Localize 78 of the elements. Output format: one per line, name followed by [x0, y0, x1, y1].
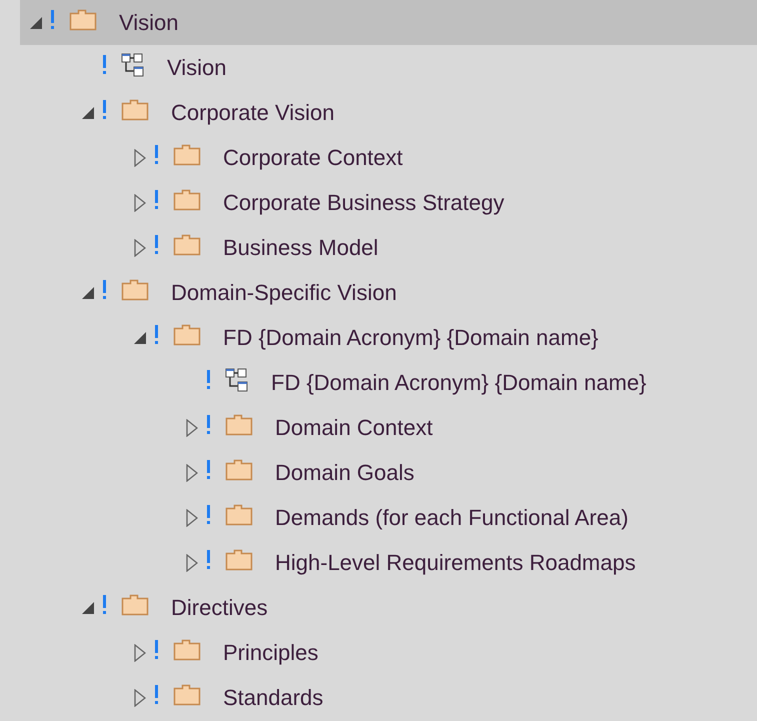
folder-icon [173, 144, 201, 166]
item-label: Vision [167, 54, 227, 80]
tree-row[interactable]: Corporate Vision [20, 90, 757, 135]
expand-arrow-icon[interactable] [186, 464, 198, 482]
tree-row[interactable]: Corporate Context [20, 135, 757, 180]
item-label: Directives [171, 594, 268, 620]
folder-icon [225, 548, 253, 570]
exclamation-icon [154, 324, 159, 344]
collapse-arrow-icon[interactable] [81, 286, 95, 300]
item-label: High-Level Requirements Roadmaps [275, 550, 636, 576]
collapse-arrow-icon[interactable] [133, 330, 147, 344]
expand-arrow-icon[interactable] [134, 148, 146, 166]
folder-icon [121, 98, 149, 120]
exclamation-icon [154, 684, 159, 704]
collapse-arrow-icon[interactable] [29, 16, 43, 30]
exclamation-icon [206, 414, 211, 434]
folder-icon [173, 684, 201, 706]
exclamation-icon [154, 144, 159, 164]
tree-row[interactable]: Demands (for each Functional Area) [20, 495, 757, 540]
exclamation-icon [102, 594, 107, 614]
folder-icon [69, 8, 97, 30]
folder-icon [121, 278, 149, 300]
diagram-icon [121, 52, 145, 76]
expand-arrow-icon[interactable] [134, 644, 146, 662]
diagram-icon [225, 368, 249, 392]
exclamation-icon [154, 640, 159, 660]
folder-icon [173, 188, 201, 210]
expand-arrow-icon[interactable] [134, 194, 146, 212]
tree-row[interactable]: Vision [20, 0, 757, 45]
expand-arrow-icon[interactable] [134, 238, 146, 256]
folder-icon [173, 638, 201, 660]
exclamation-icon [154, 190, 159, 210]
item-label: FD {Domain Acronym} {Domain name} [223, 324, 598, 350]
item-label: Corporate Context [223, 144, 403, 170]
folder-icon [121, 594, 149, 616]
tree-row[interactable]: Corporate Business Strategy [20, 180, 757, 225]
folder-icon [173, 234, 201, 256]
item-label: Principles [223, 640, 318, 666]
exclamation-icon [206, 460, 211, 480]
item-label: Domain Context [275, 414, 433, 440]
exclamation-icon [102, 100, 107, 120]
exclamation-icon [154, 234, 159, 254]
exclamation-icon [206, 550, 211, 570]
exclamation-icon [206, 504, 211, 524]
item-label: Corporate Vision [171, 100, 334, 126]
tree-row[interactable]: FD {Domain Acronym} {Domain name} [20, 360, 757, 405]
tree-row[interactable]: High-Level Requirements Roadmaps [20, 540, 757, 585]
item-label: Domain Goals [275, 460, 414, 486]
tree-row[interactable]: Vision [20, 45, 757, 90]
folder-icon [225, 504, 253, 526]
folder-icon [173, 324, 201, 346]
item-label: Demands (for each Functional Area) [275, 504, 628, 530]
collapse-arrow-icon[interactable] [81, 600, 95, 614]
tree-row[interactable]: Standards [20, 675, 757, 720]
expand-arrow-icon[interactable] [186, 508, 198, 526]
item-label: Corporate Business Strategy [223, 190, 504, 216]
exclamation-icon [206, 370, 211, 390]
exclamation-icon [102, 280, 107, 300]
exclamation-icon [50, 10, 55, 30]
expand-arrow-icon[interactable] [186, 554, 198, 572]
tree-row[interactable]: Directives [20, 585, 757, 630]
exclamation-icon [102, 54, 107, 74]
item-label: Vision [119, 10, 179, 36]
expand-arrow-icon[interactable] [134, 688, 146, 706]
item-label: Business Model [223, 234, 378, 260]
tree-row[interactable]: Domain Goals [20, 450, 757, 495]
tree-row[interactable]: Principles [20, 630, 757, 675]
collapse-arrow-icon[interactable] [81, 106, 95, 120]
tree-row[interactable]: FD {Domain Acronym} {Domain name} [20, 315, 757, 360]
tree-row[interactable]: Business Model [20, 225, 757, 270]
expand-arrow-icon[interactable] [186, 418, 198, 436]
tree-row[interactable]: Domain-Specific Vision [20, 270, 757, 315]
folder-icon [225, 414, 253, 436]
item-label: Standards [223, 684, 324, 710]
item-label: FD {Domain Acronym} {Domain name} [271, 370, 646, 396]
item-label: Domain-Specific Vision [171, 280, 397, 306]
tree-row[interactable]: Domain Context [20, 405, 757, 450]
folder-icon [225, 458, 253, 480]
